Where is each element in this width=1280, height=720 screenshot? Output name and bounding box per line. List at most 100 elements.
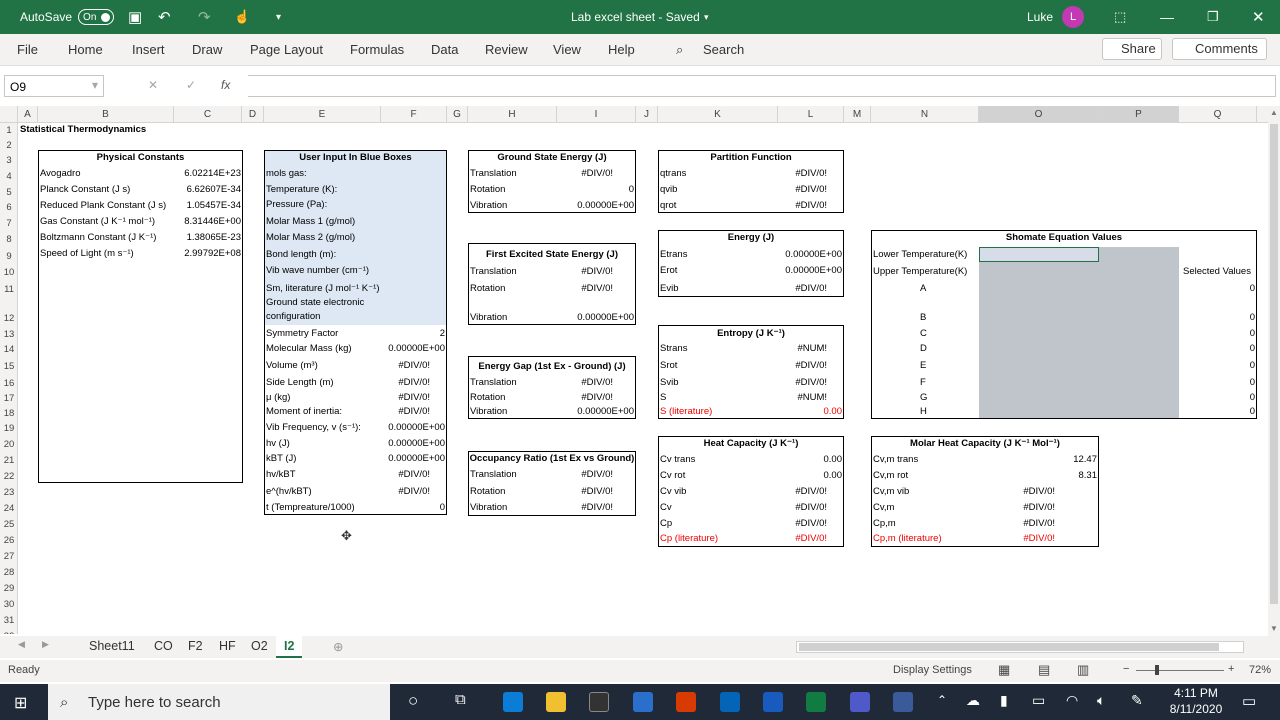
tab-file[interactable]: File	[17, 42, 38, 57]
const-value[interactable]: 8.31446E+00	[174, 216, 241, 228]
tab-help[interactable]: Help	[608, 42, 635, 57]
shomate-letter[interactable]: E	[920, 360, 926, 372]
row-value[interactable]: 8.31	[979, 470, 1098, 482]
row-value[interactable]: #DIV/0!	[778, 283, 827, 295]
row-4[interactable]: 4	[0, 169, 18, 184]
calc-value[interactable]: 0.00000E+00	[381, 422, 445, 434]
row-value[interactable]: #DIV/0!	[778, 377, 827, 389]
row-label[interactable]: Svib	[660, 377, 678, 389]
col-c[interactable]: C	[174, 106, 242, 123]
tab-data[interactable]: Data	[431, 42, 458, 57]
row-32[interactable]: 32	[0, 629, 18, 634]
row-value[interactable]: 0.00000E+00	[778, 249, 842, 261]
row-value[interactable]: #DIV/0!	[979, 518, 1055, 530]
row-value[interactable]: #DIV/0!	[557, 469, 613, 481]
h-scroll-thumb[interactable]	[799, 643, 1219, 651]
row-9[interactable]: 9	[0, 249, 18, 264]
shomate-value[interactable]: 0	[1179, 328, 1255, 340]
usb-icon[interactable]: ▮	[1000, 692, 1008, 709]
horizontal-scrollbar[interactable]	[796, 641, 1244, 653]
row-18[interactable]: 18	[0, 406, 18, 421]
row-label[interactable]: Vibration	[470, 502, 507, 514]
col-i[interactable]: I	[557, 106, 636, 123]
col-o[interactable]: O	[979, 106, 1099, 123]
const-value[interactable]: 1.05457E-34	[174, 200, 241, 212]
row-value[interactable]: #DIV/0!	[979, 486, 1055, 498]
page-break-view-icon[interactable]: ▥	[1077, 662, 1089, 678]
row-label[interactable]: Cp	[660, 518, 672, 530]
input-label[interactable]: Vib wave number (cm⁻¹)	[266, 265, 369, 277]
ribbon-display-icon[interactable]: ⬚	[1114, 0, 1126, 34]
shomate-value[interactable]: 0	[1179, 360, 1255, 372]
const-label[interactable]: Planck Constant (J s)	[40, 184, 130, 196]
row-label[interactable]: Rotation	[470, 283, 505, 295]
tray-expand-icon[interactable]: ⌃	[937, 693, 947, 707]
col-k[interactable]: K	[658, 106, 778, 123]
row-value[interactable]: #DIV/0!	[557, 392, 613, 404]
input-label[interactable]: Molar Mass 2 (g/mol)	[266, 232, 355, 244]
page-layout-view-icon[interactable]: ▤	[1038, 662, 1050, 678]
calc-value[interactable]: 2	[381, 328, 445, 340]
row-value[interactable]: #DIV/0!	[778, 168, 827, 180]
row-label[interactable]: Cv,m vib	[873, 486, 909, 498]
calc-label[interactable]: Moment of inertia:	[266, 406, 342, 418]
row-value[interactable]: 12.47	[979, 454, 1097, 466]
const-value[interactable]: 2.99792E+08	[174, 248, 241, 260]
row-value[interactable]: 0.00000E+00	[557, 406, 634, 418]
calc-label[interactable]: Symmetry Factor	[266, 328, 338, 340]
snip-icon[interactable]	[893, 692, 913, 712]
col-j[interactable]: J	[636, 106, 658, 123]
col-b[interactable]: B	[38, 106, 174, 123]
shomate-value[interactable]: 0	[1179, 343, 1255, 355]
row-value[interactable]: #NUM!	[778, 343, 827, 355]
input-label[interactable]: Sm, literature (J mol⁻¹ K⁻¹)	[266, 283, 380, 295]
notifications-icon[interactable]: ▭	[1242, 692, 1256, 710]
tab-home[interactable]: Home	[68, 42, 103, 57]
undo-icon[interactable]: ↶	[158, 0, 171, 34]
zoom-thumb[interactable]	[1155, 665, 1159, 675]
calc-label[interactable]: kBT (J)	[266, 453, 296, 465]
row-13[interactable]: 13	[0, 327, 18, 342]
calc-label[interactable]: Side Length (m)	[266, 377, 334, 389]
col-h[interactable]: H	[468, 106, 557, 123]
taskbar-search[interactable]: ⌕ Type here to search	[48, 684, 390, 720]
row-value[interactable]: 0.00000E+00	[557, 200, 634, 212]
row-label[interactable]: Cv,m	[873, 502, 894, 514]
col-f[interactable]: F	[381, 106, 447, 123]
col-p[interactable]: P	[1099, 106, 1179, 123]
row-1[interactable]: 1	[0, 123, 18, 138]
chevron-down-icon[interactable]: ▾	[704, 0, 709, 34]
shomate-letter[interactable]: A	[920, 283, 926, 295]
word-icon[interactable]	[763, 692, 783, 712]
add-sheet-icon[interactable]: ⊕	[333, 639, 343, 654]
row-25[interactable]: 25	[0, 517, 18, 532]
store-icon[interactable]	[589, 692, 609, 712]
name-box[interactable]: O9	[4, 75, 104, 97]
col-n[interactable]: N	[871, 106, 979, 123]
shomate-letter[interactable]: G	[920, 392, 927, 404]
const-label[interactable]: Boltzmann Constant (J K⁻¹)	[40, 232, 156, 244]
const-value[interactable]: 6.02214E+23	[174, 168, 241, 180]
touch-mode-icon[interactable]: ☝	[234, 0, 250, 34]
row-value[interactable]: #DIV/0!	[557, 377, 613, 389]
row-value[interactable]: #DIV/0!	[778, 200, 827, 212]
input-label[interactable]: Molar Mass 1 (g/mol)	[266, 216, 355, 228]
tab-i2[interactable]: I2	[276, 636, 303, 658]
input-label[interactable]: Ground state electronic	[266, 297, 364, 309]
autosave-toggle[interactable]: On	[78, 9, 115, 25]
row-label[interactable]: Vibration	[470, 406, 507, 418]
sheet-title[interactable]: Statistical Thermodynamics	[20, 124, 146, 136]
row-label[interactable]: qtrans	[660, 168, 686, 180]
row-label[interactable]: qrot	[660, 200, 676, 212]
row-value[interactable]: 0.00	[778, 470, 843, 482]
row-label[interactable]: Strans	[660, 343, 687, 355]
const-label[interactable]: Speed of Light (m s⁻¹)	[40, 248, 134, 260]
row-29[interactable]: 29	[0, 581, 18, 596]
row-15[interactable]: 15	[0, 359, 18, 374]
shomate-value[interactable]: 0	[1179, 377, 1255, 389]
search-icon[interactable]: ⌕	[676, 42, 683, 58]
const-label[interactable]: Avogadro	[40, 168, 81, 180]
normal-view-icon[interactable]: ▦	[998, 662, 1010, 678]
row-label[interactable]: Cv trans	[660, 454, 695, 466]
row-label[interactable]: Cv,m rot	[873, 470, 908, 482]
